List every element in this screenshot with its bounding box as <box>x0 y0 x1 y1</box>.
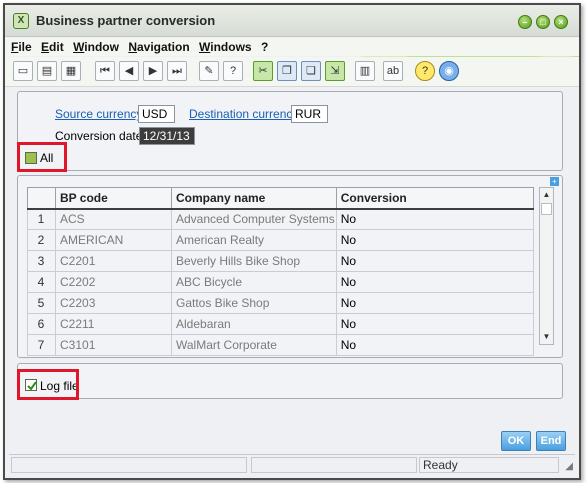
conversion-cell[interactable]: No <box>335 334 535 356</box>
close-icon[interactable]: × <box>554 15 568 29</box>
info-icon[interactable]: ? <box>415 61 435 81</box>
bp-code-cell[interactable]: C3101 <box>55 334 172 356</box>
window-title: Business partner conversion <box>36 13 216 28</box>
row-number: 1 <box>27 208 56 230</box>
log-file-highlight <box>17 369 79 400</box>
table-row[interactable]: 2 AMERICAN American Realty No <box>27 229 535 251</box>
conversion-cell[interactable]: No <box>335 292 535 314</box>
table-row[interactable]: 4 C2202 ABC Bicycle No <box>27 271 535 293</box>
prev-icon[interactable]: ◀ <box>119 61 139 81</box>
end-button[interactable]: End <box>536 431 566 451</box>
menu-windows[interactable]: Windows <box>199 38 252 56</box>
bp-code-cell[interactable]: C2201 <box>55 250 172 272</box>
conversion-date-field[interactable]: 12/31/13 <box>139 127 195 145</box>
app-icon: X <box>13 13 29 29</box>
last-icon[interactable]: ⏭ <box>167 61 187 81</box>
print-icon[interactable]: ▤ <box>37 61 57 81</box>
next-icon[interactable]: ▶ <box>143 61 163 81</box>
destination-currency-field[interactable]: RUR <box>291 105 328 123</box>
copy-icon[interactable]: ❐ <box>277 61 297 81</box>
menu-window[interactable]: Window <box>73 38 119 56</box>
resize-grip-icon[interactable]: ◢ <box>565 461 573 472</box>
bp-code-cell[interactable]: ACS <box>55 208 172 230</box>
toolbar: ▭ ▤ ▦ ⏮ ◀ ▶ ⏭ ✎ ? ✂ ❐ ❏ ⇲ ▥ ab ? ◉ <box>5 57 579 87</box>
status-cell-1 <box>11 457 247 473</box>
conversion-cell[interactable]: No <box>335 250 535 272</box>
company-name-cell[interactable]: WalMart Corporate <box>171 334 337 356</box>
row-number: 7 <box>27 334 56 356</box>
title-bar[interactable]: X Business partner conversion – □ × <box>5 5 579 37</box>
grid-panel: + BP code Company name Conversion 1 ACS … <box>17 175 563 358</box>
preview-icon[interactable]: ▦ <box>61 61 81 81</box>
source-currency-link[interactable]: Source currency <box>55 107 142 121</box>
export-icon[interactable]: ⇲ <box>325 61 345 81</box>
table-row[interactable]: 3 C2201 Beverly Hills Bike Shop No <box>27 250 535 272</box>
scroll-thumb[interactable] <box>541 203 552 215</box>
row-number: 4 <box>27 271 56 293</box>
bp-code-cell[interactable]: C2202 <box>55 271 172 293</box>
table-row[interactable]: 1 ACS Advanced Computer Systems No <box>27 208 535 230</box>
first-icon[interactable]: ⏮ <box>95 61 115 81</box>
expand-icon[interactable]: + <box>550 177 559 186</box>
text-icon[interactable]: ab <box>383 61 403 81</box>
status-text: Ready <box>419 457 559 473</box>
globe-icon[interactable]: ◉ <box>439 61 459 81</box>
table-row[interactable]: 7 C3101 WalMart Corporate No <box>27 334 535 356</box>
destination-currency-link[interactable]: Destination currency <box>189 107 298 121</box>
business-partner-conversion-window: X Business partner conversion – □ × File… <box>3 3 581 480</box>
column-header-bp-code[interactable]: BP code <box>55 187 172 210</box>
menu-navigation[interactable]: Navigation <box>128 38 189 56</box>
company-name-cell[interactable]: Aldebaran <box>171 313 337 335</box>
row-number-header <box>27 187 56 210</box>
menu-edit[interactable]: Edit <box>41 38 64 56</box>
conversion-cell[interactable]: No <box>335 271 535 293</box>
log-panel: Log file <box>17 363 563 400</box>
new-doc-icon[interactable]: ▭ <box>13 61 33 81</box>
conversion-date-label: Conversion date <box>55 129 143 143</box>
status-bar: Ready ◢ <box>9 454 575 474</box>
business-partners-table: BP code Company name Conversion 1 ACS Ad… <box>27 187 535 356</box>
all-highlight <box>17 142 67 172</box>
minimize-icon[interactable]: – <box>518 15 532 29</box>
row-number: 5 <box>27 292 56 314</box>
attach-icon[interactable]: ✎ <box>199 61 219 81</box>
ok-button[interactable]: OK <box>501 431 531 451</box>
scroll-down-icon[interactable]: ▼ <box>541 331 552 343</box>
company-name-cell[interactable]: Gattos Bike Shop <box>171 292 337 314</box>
row-number: 2 <box>27 229 56 251</box>
conversion-cell[interactable]: No <box>335 208 535 230</box>
status-cell-2 <box>251 457 417 473</box>
conversion-cell[interactable]: No <box>335 313 535 335</box>
conversion-cell[interactable]: No <box>335 229 535 251</box>
row-number: 3 <box>27 250 56 272</box>
bp-code-cell[interactable]: C2203 <box>55 292 172 314</box>
help-icon[interactable]: ? <box>223 61 243 81</box>
company-name-cell[interactable]: Beverly Hills Bike Shop <box>171 250 337 272</box>
menu-bar: File Edit Window Navigation Windows ? <box>5 38 579 56</box>
menu-file[interactable]: File <box>11 38 32 56</box>
bp-code-cell[interactable]: C2211 <box>55 313 172 335</box>
menu-help[interactable]: ? <box>261 38 268 56</box>
company-name-cell[interactable]: ABC Bicycle <box>171 271 337 293</box>
table-scrollbar[interactable]: ▲ ▼ <box>539 187 554 345</box>
company-name-cell[interactable]: American Realty <box>171 229 337 251</box>
table-row[interactable]: 5 C2203 Gattos Bike Shop No <box>27 292 535 314</box>
table-row[interactable]: 6 C2211 Aldebaran No <box>27 313 535 335</box>
report-icon[interactable]: ▥ <box>355 61 375 81</box>
parameters-panel: Source currency USD Destination currency… <box>17 91 563 172</box>
scroll-up-icon[interactable]: ▲ <box>541 189 552 201</box>
column-header-company-name[interactable]: Company name <box>171 187 337 210</box>
tools-icon[interactable]: ✂ <box>253 61 273 81</box>
bp-code-cell[interactable]: AMERICAN <box>55 229 172 251</box>
row-number: 6 <box>27 313 56 335</box>
company-name-cell[interactable]: Advanced Computer Systems <box>171 208 337 230</box>
paste-icon[interactable]: ❏ <box>301 61 321 81</box>
column-header-conversion[interactable]: Conversion <box>335 187 535 210</box>
source-currency-field[interactable]: USD <box>138 105 175 123</box>
restore-icon[interactable]: □ <box>536 15 550 29</box>
